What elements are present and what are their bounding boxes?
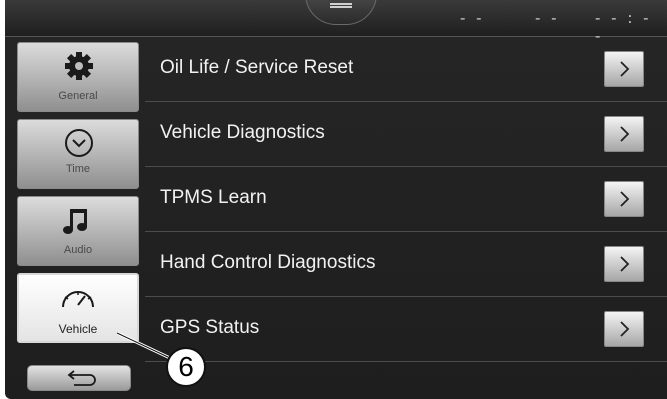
callout-leader-line xyxy=(116,331,171,360)
callout-number: 6 xyxy=(166,347,206,387)
